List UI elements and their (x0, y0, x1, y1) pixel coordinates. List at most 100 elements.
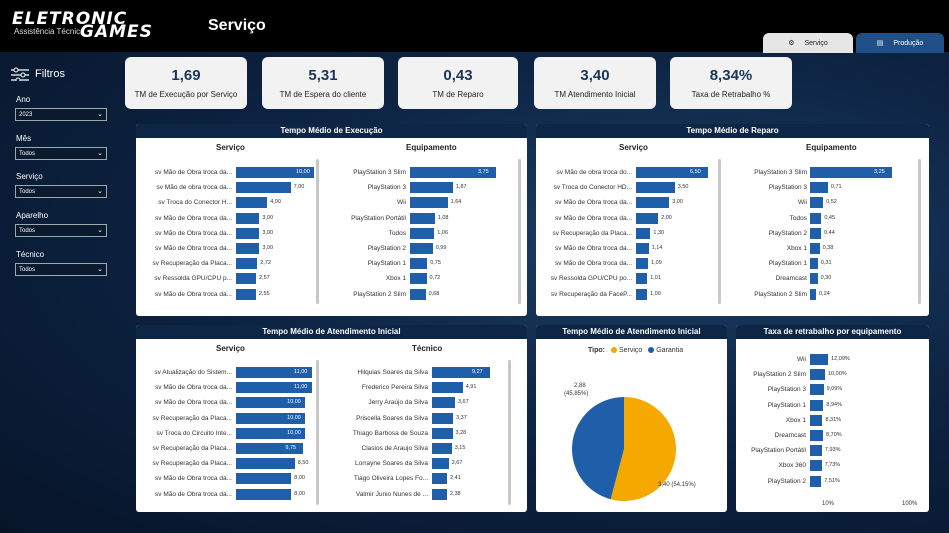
bar[interactable] (236, 258, 258, 270)
filter-select-ano[interactable]: 2023 ⌄ (15, 108, 107, 121)
bar-row[interactable]: sv Recuperação da Placa... 10,00 (140, 412, 342, 425)
bar[interactable] (432, 397, 455, 409)
filter-select-mes[interactable]: Todos ⌄ (15, 147, 107, 160)
bar-row[interactable]: PlayStation 3 0,71 (733, 182, 922, 194)
bar-row[interactable]: sv Mão de Obra troca da... 3,00 (140, 227, 344, 240)
bar[interactable] (410, 182, 453, 194)
bar[interactable] (810, 182, 828, 194)
bar-row[interactable]: PlayStation 3 Slim 3,75 (330, 167, 526, 179)
bar[interactable] (432, 443, 452, 454)
bar-row[interactable]: PlayStation 1 0,75 (330, 258, 526, 270)
bar-row[interactable]: Valmir Junio Nunes de ... 2,38 (324, 488, 520, 501)
bar[interactable] (236, 243, 260, 254)
filter-select-aparelho[interactable]: Todos ⌄ (15, 224, 107, 237)
bar-row[interactable]: sv Mão de Obra troca da... 3,00 (140, 212, 344, 225)
bar-row[interactable]: Dreamcast 8,70% (740, 430, 949, 442)
bar-row[interactable]: sv Mão de obra troca do... 6,50 (540, 167, 738, 179)
bar[interactable] (236, 197, 268, 209)
bar-row[interactable]: sv Recuperação da Placa... 9,75 (140, 443, 342, 455)
bar-row[interactable]: sv Mão de Obra troca da... 2,00 (540, 212, 738, 225)
bar-row[interactable]: Wii 12,09% (740, 354, 949, 366)
bar-row[interactable]: Thiago Barbosa de Souza 3,28 (324, 427, 520, 440)
bar-row[interactable]: Todos 0,45 (733, 212, 922, 225)
bar-row[interactable]: sv Mão de Obra troca da... 11,00 (140, 382, 342, 394)
bar-row[interactable]: PlayStation 2 0,99 (330, 243, 526, 255)
bar-row[interactable]: sv Mão de Obra troca da... 10,00 (140, 397, 342, 409)
bar[interactable] (410, 243, 433, 254)
bar-row[interactable]: Xbox 1 0,72 (330, 273, 526, 285)
bar-row[interactable]: Frederico Pereira Silva 4,91 (324, 382, 520, 394)
bar[interactable] (410, 197, 448, 209)
bar[interactable] (636, 258, 649, 270)
bar[interactable] (810, 445, 822, 457)
bar[interactable] (810, 243, 820, 254)
bar[interactable] (810, 354, 829, 365)
bar-row[interactable]: PlayStation 1 0,31 (733, 258, 922, 270)
bar-row[interactable]: PlayStation 3 Slim 3,25 (733, 167, 922, 179)
bar-row[interactable]: sv Troca do Conector HD... 3,50 (540, 182, 738, 194)
tab-servico[interactable]: ⚙ Serviço (763, 33, 853, 53)
bar[interactable] (636, 182, 675, 194)
bar-row[interactable]: sv Ressolda GPU/CPU p... 2,57 (140, 273, 344, 285)
bar-row[interactable]: Todos 1,06 (330, 227, 526, 240)
bar-row[interactable]: Xbox 1 8,31% (740, 414, 949, 427)
bar-row[interactable]: sv Mão de Obra troca da... 1,14 (540, 243, 738, 255)
bar-row[interactable]: PlayStation 2 7,51% (740, 475, 949, 488)
bar[interactable] (432, 382, 463, 394)
bar-row[interactable]: sv Ressolda GPU/CPU po... 1,01 (540, 273, 738, 285)
bar-row[interactable]: sv Recuperação da Placa... 2,72 (140, 258, 344, 270)
bar[interactable] (636, 227, 651, 239)
bar[interactable] (810, 197, 824, 209)
bar[interactable] (410, 258, 428, 270)
bar[interactable] (636, 212, 659, 224)
bar[interactable] (810, 460, 822, 472)
filter-select-tecnico[interactable]: Todos ⌄ (15, 263, 107, 276)
bar-row[interactable]: sv Recuperação da FaceP... 1,00 (540, 288, 738, 301)
bar-row[interactable]: Jerry Araújo da Silva 3,67 (324, 397, 520, 409)
bar-row[interactable]: Priscella Soares da Silva 3,37 (324, 412, 520, 425)
bar[interactable] (236, 212, 260, 224)
bar[interactable] (432, 488, 447, 500)
bar-row[interactable]: sv Atualização do Sistem... 11,00 (140, 367, 342, 379)
bar[interactable] (810, 273, 818, 285)
bar-row[interactable]: Xbox 1 0,38 (733, 243, 922, 255)
bar-row[interactable]: sv Mão de obra troca da... 7,00 (140, 182, 344, 194)
bar-row[interactable]: Dreamcast 0,30 (733, 273, 922, 285)
bar[interactable] (236, 273, 257, 285)
bar[interactable] (810, 384, 824, 396)
bar[interactable] (236, 458, 295, 470)
bar-row[interactable]: PlayStation 3 9,09% (740, 384, 949, 396)
bar-row[interactable]: Xbox 360 7,73% (740, 460, 949, 472)
bar-row[interactable]: Wii 0,52 (733, 197, 922, 209)
bar[interactable] (236, 473, 292, 485)
bar-row[interactable]: sv Mão de Obra troca da... 10,00 (140, 167, 344, 179)
bar-row[interactable]: sv Mão de Obra troca da... 2,55 (140, 288, 344, 301)
bar[interactable] (432, 473, 448, 485)
bar-row[interactable]: PlayStation Portátil 7,93% (740, 445, 949, 457)
bar[interactable] (810, 227, 822, 239)
bar[interactable] (410, 273, 427, 285)
bar-row[interactable]: PlayStation Portátil 1,08 (330, 212, 526, 225)
bar[interactable] (810, 258, 818, 270)
bar[interactable] (432, 427, 453, 439)
bar-row[interactable]: sv Mão de Obra troca da... 1,09 (540, 258, 738, 270)
bar-row[interactable]: Tiago Oliveira Lopes Fo... 2,41 (324, 473, 520, 485)
bar-row[interactable]: PlayStation 2 Slim 0,24 (733, 288, 922, 301)
filter-select-servico[interactable]: Todos ⌄ (15, 185, 107, 198)
bar-row[interactable]: sv Troca do Conector H... 4,00 (140, 197, 344, 209)
bar-row[interactable]: sv Troca do Circuito Inte... 10,00 (140, 427, 342, 440)
bar[interactable] (636, 197, 670, 209)
tab-producao[interactable]: ▤ Produção (856, 33, 944, 53)
bar-row[interactable]: PlayStation 2 Slim 10,00% (740, 369, 949, 381)
bar[interactable] (410, 227, 435, 239)
bar-row[interactable]: sv Mão de Obra troca da... 8,00 (140, 488, 342, 501)
bar[interactable] (236, 227, 260, 239)
bar[interactable] (432, 412, 454, 424)
bar[interactable] (810, 369, 825, 381)
bar[interactable] (432, 458, 449, 470)
bar-row[interactable]: sv Mão de Obra troca da... 3,00 (540, 197, 738, 209)
bar-row[interactable]: sv Mão de Obra troca da... 3,00 (140, 243, 344, 255)
bar-row[interactable]: Clasios de Araujo Silva 3,15 (324, 443, 520, 455)
bar-row[interactable]: Hilquias Soares da Silva 9,27 (324, 367, 520, 379)
bar[interactable] (236, 488, 292, 500)
